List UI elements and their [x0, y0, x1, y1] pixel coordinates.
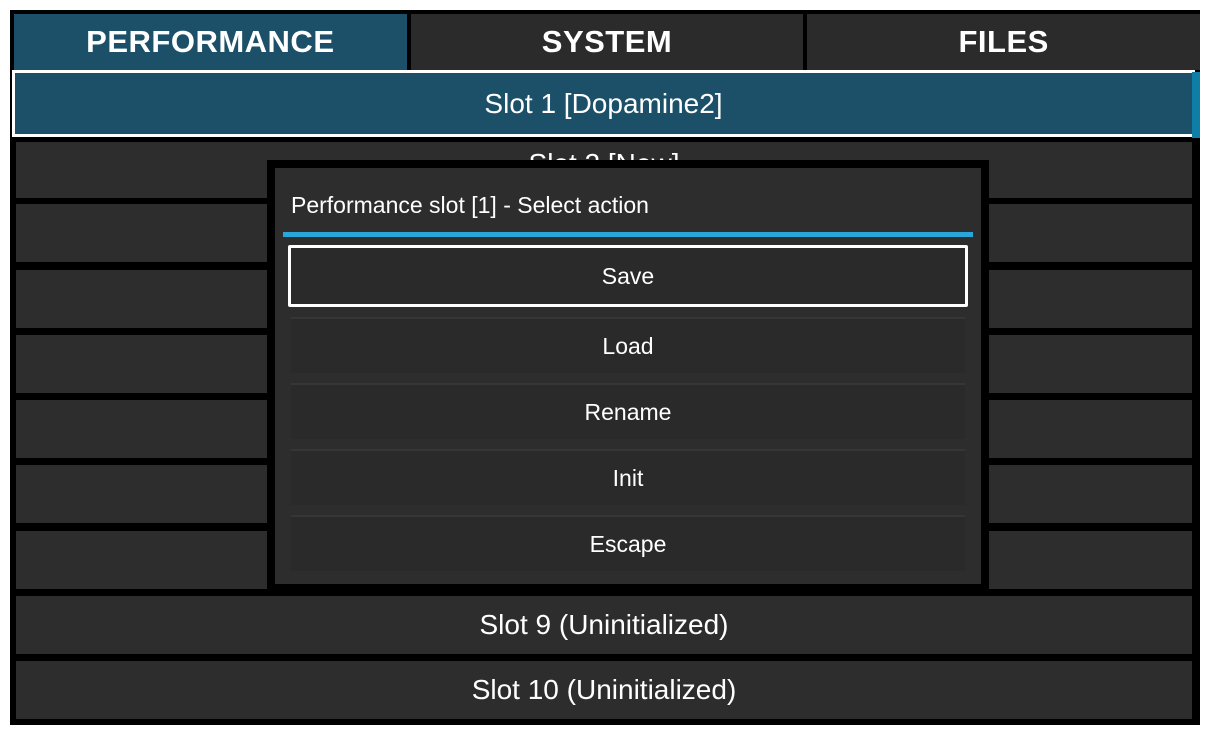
load-button[interactable]: Load [291, 317, 965, 373]
tab-system[interactable]: SYSTEM [410, 14, 804, 70]
dialog-title-underline [283, 232, 973, 237]
slot-10[interactable]: Slot 10 (Uninitialized) [16, 661, 1192, 719]
tab-performance[interactable]: PERFORMANCE [14, 14, 407, 70]
tab-files[interactable]: FILES [807, 14, 1200, 70]
slot-9[interactable]: Slot 9 (Uninitialized) [16, 596, 1192, 654]
escape-button[interactable]: Escape [291, 515, 965, 571]
rename-button[interactable]: Rename [291, 383, 965, 439]
dialog-panel: Performance slot [1] - Select action Sav… [275, 168, 981, 584]
init-button[interactable]: Init [291, 449, 965, 505]
dialog-title: Performance slot [1] - Select action [291, 192, 649, 218]
performance-screen: PERFORMANCE SYSTEM FILES Slot 1 [Dopamin… [10, 10, 1200, 725]
scrollbar-thumb[interactable] [1192, 72, 1200, 138]
action-dialog: Performance slot [1] - Select action Sav… [267, 160, 989, 592]
tab-bar: PERFORMANCE SYSTEM FILES [14, 14, 1200, 70]
slot-1[interactable]: Slot 1 [Dopamine2] [12, 70, 1195, 137]
save-button[interactable]: Save [288, 245, 968, 307]
